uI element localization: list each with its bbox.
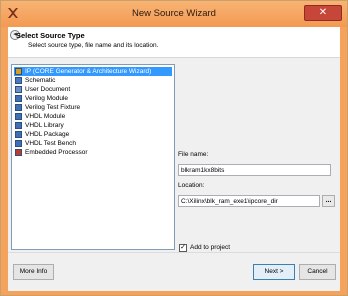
location-label: Location:: [178, 182, 205, 189]
page-title: Select Source Type: [16, 31, 85, 40]
document-icon: [15, 86, 22, 93]
source-type-item[interactable]: VHDL Library: [14, 121, 172, 130]
cancel-button[interactable]: Cancel: [299, 264, 336, 280]
vhdl-library-icon: [15, 122, 22, 129]
source-type-label: Verilog Module: [25, 95, 68, 102]
wizard-body: IP (CORE Generator & Architecture Wizard…: [8, 58, 340, 252]
source-type-item[interactable]: Verilog Module: [14, 94, 172, 103]
vhdl-test-bench-icon: [15, 140, 22, 147]
vhdl-module-icon: [15, 113, 22, 120]
embedded-processor-icon: [15, 149, 22, 156]
source-type-label: IP (CORE Generator & Architecture Wizard…: [25, 68, 152, 75]
close-button[interactable]: ✕: [304, 5, 342, 21]
source-type-label: User Document: [25, 86, 71, 93]
verilog-test-fixture-icon: [15, 104, 22, 111]
location-input[interactable]: C:\Xilinx\blk_ram_exe1\ipcore_dir: [178, 195, 320, 207]
verilog-module-icon: [15, 95, 22, 102]
window-title: New Source Wizard: [132, 8, 216, 19]
file-name-label: File name:: [178, 151, 209, 158]
source-type-item[interactable]: Embedded Processor: [14, 148, 172, 157]
more-info-button[interactable]: More Info: [13, 264, 54, 280]
source-type-list[interactable]: IP (CORE Generator & Architecture Wizard…: [11, 64, 175, 250]
wizard-client-area: ◂ Select Source Type Select source type,…: [8, 27, 340, 291]
source-type-item[interactable]: IP (CORE Generator & Architecture Wizard…: [14, 67, 172, 76]
next-button[interactable]: Next >: [253, 264, 295, 280]
source-type-label: Schematic: [25, 77, 56, 84]
title-bar: New Source Wizard ✕: [1, 1, 347, 27]
wizard-header: ◂ Select Source Type Select source type,…: [8, 27, 340, 58]
source-type-label: VHDL Package: [25, 131, 70, 138]
schematic-icon: [15, 77, 22, 84]
add-to-project-checkbox[interactable]: ✓: [179, 244, 187, 252]
source-type-item[interactable]: VHDL Package: [14, 130, 172, 139]
source-type-item[interactable]: VHDL Module: [14, 112, 172, 121]
source-type-item[interactable]: VHDL Test Bench: [14, 139, 172, 148]
source-type-label: VHDL Test Bench: [25, 140, 76, 147]
ip-core-icon: [15, 68, 22, 75]
file-name-input[interactable]: blkram1kx8bits: [178, 164, 331, 176]
wizard-footer: More Info Next > Cancel: [8, 252, 340, 291]
vhdl-package-icon: [15, 131, 22, 138]
source-type-label: Embedded Processor: [25, 149, 88, 156]
source-type-item[interactable]: Verilog Test Fixture: [14, 103, 172, 112]
source-type-label: VHDL Library: [25, 122, 64, 129]
page-subtitle: Select source type, file name and its lo…: [28, 42, 159, 49]
source-type-item[interactable]: User Document: [14, 85, 172, 94]
source-type-label: Verilog Test Fixture: [25, 104, 81, 111]
source-type-item[interactable]: Schematic: [14, 76, 172, 85]
add-to-project-label: Add to project: [190, 244, 231, 251]
new-source-wizard-window: New Source Wizard ✕ ◂ Select Source Type…: [0, 0, 348, 296]
browse-button[interactable]: ...: [322, 195, 335, 207]
source-type-label: VHDL Module: [25, 113, 66, 120]
